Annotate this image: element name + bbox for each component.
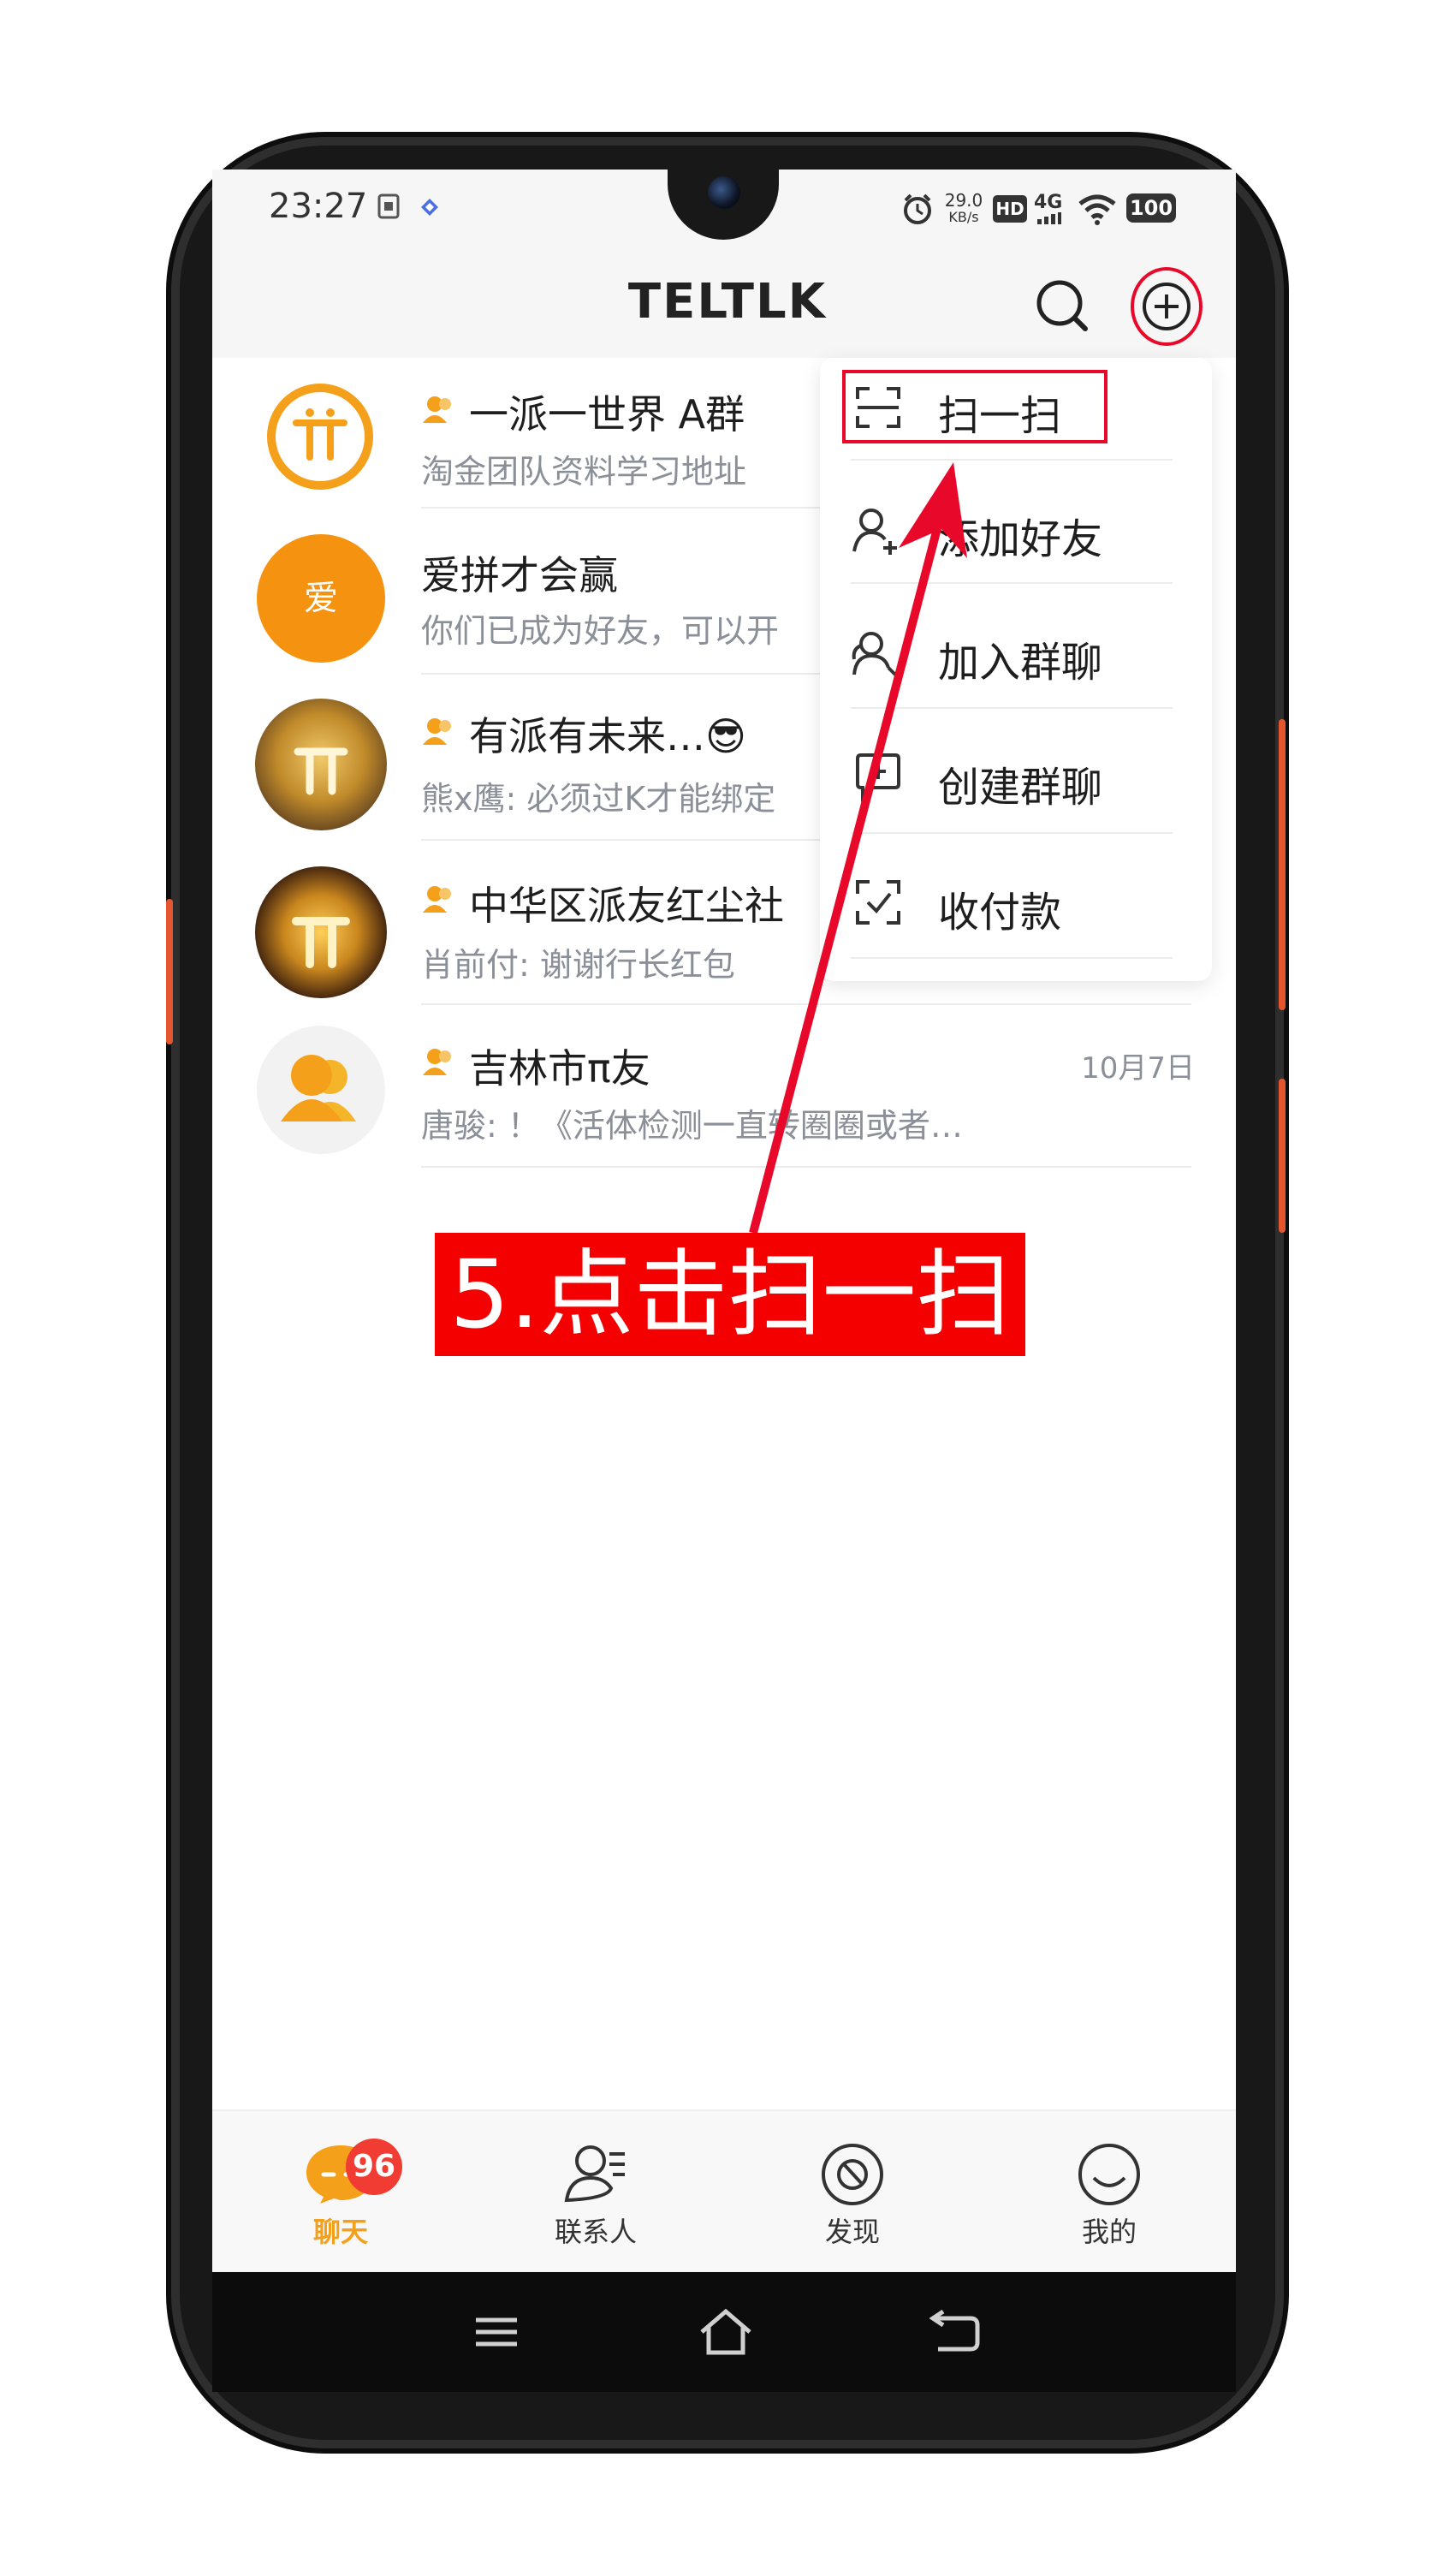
side-button-right-power bbox=[1279, 1079, 1286, 1233]
group-badge-icon bbox=[423, 886, 451, 913]
add-menu-button[interactable] bbox=[1128, 265, 1205, 348]
tab-label-me: 我的 bbox=[1081, 2216, 1137, 2248]
side-button-left bbox=[166, 899, 173, 1044]
discover-icon bbox=[822, 2144, 883, 2205]
contacts-icon bbox=[564, 2145, 625, 2203]
group-badge-icon bbox=[423, 396, 451, 423]
chat-date: 10月7日 bbox=[1081, 1051, 1195, 1086]
status-time: 23:27 bbox=[269, 187, 368, 226]
network-type: 4G bbox=[1034, 192, 1063, 213]
scan-icon bbox=[856, 387, 900, 428]
wifi-icon bbox=[1078, 194, 1116, 225]
signal-icon bbox=[1037, 212, 1061, 224]
sim-card-icon bbox=[377, 193, 400, 219]
instruction-banner: 5.点击扫一扫 bbox=[435, 1233, 1025, 1356]
unread-badge: 96 bbox=[346, 2139, 402, 2195]
chat-name: 爱拼才会赢 bbox=[421, 552, 618, 598]
side-button-right-volume bbox=[1279, 719, 1286, 1010]
avatar-text: 爱 bbox=[257, 534, 385, 663]
pi-logo-icon bbox=[293, 408, 347, 461]
avatar-pi-logo bbox=[267, 384, 373, 490]
home-icon[interactable] bbox=[698, 2308, 753, 2356]
annotation-arrow bbox=[749, 462, 967, 1234]
group-icon bbox=[281, 1055, 356, 1121]
tab-label-contacts: 联系人 bbox=[554, 2216, 637, 2248]
avatar-group bbox=[257, 1026, 385, 1154]
front-camera bbox=[708, 176, 740, 209]
pi-symbol-icon bbox=[294, 747, 348, 795]
menu-icon[interactable] bbox=[474, 2313, 519, 2351]
chat-name: 有派有未来…😎 bbox=[469, 713, 746, 759]
alarm-icon bbox=[904, 193, 931, 224]
pi-coin-icon bbox=[292, 917, 350, 968]
tab-label-discover: 发现 bbox=[824, 2216, 880, 2248]
smile-icon bbox=[1078, 2144, 1140, 2205]
tab-label-chat: 聊天 bbox=[312, 2216, 368, 2248]
avatar-gold-pi bbox=[255, 699, 387, 830]
group-badge-icon bbox=[423, 1049, 451, 1075]
group-badge-icon bbox=[423, 718, 451, 745]
chat-name: 一派一世界 A群 bbox=[469, 391, 745, 437]
network-speed: 29.0 bbox=[944, 190, 983, 211]
network-speed-unit: KB/s bbox=[948, 209, 979, 225]
avatar-pi-network-coin bbox=[255, 866, 387, 998]
battery-indicator: 100 bbox=[1126, 193, 1176, 223]
back-icon[interactable] bbox=[929, 2310, 981, 2354]
vpn-icon bbox=[421, 199, 438, 216]
search-icon[interactable] bbox=[1032, 276, 1092, 336]
app-title: TELTLK bbox=[627, 274, 828, 330]
chat-name: 吉林市π友 bbox=[469, 1045, 650, 1092]
hd-badge: HD bbox=[993, 195, 1027, 223]
